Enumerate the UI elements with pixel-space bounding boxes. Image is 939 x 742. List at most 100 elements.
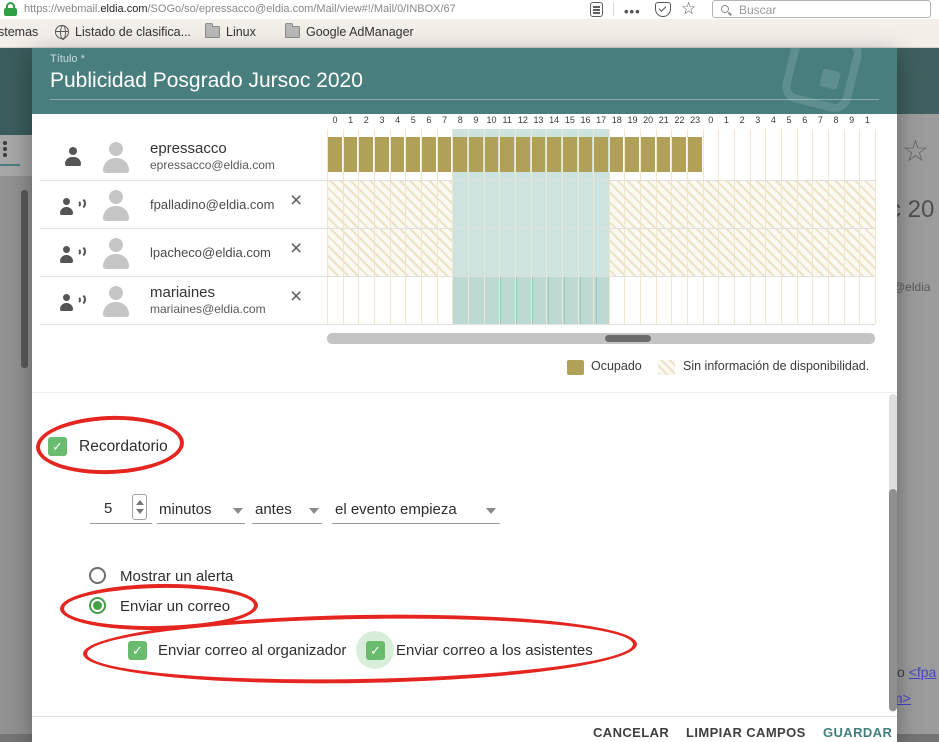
background-scrollbar-thumb [21,190,28,368]
hour-label: 14 [546,115,562,125]
flag-star-icon: ☆ [902,134,929,169]
hour-label: 20 [640,115,656,125]
event-title-input[interactable]: Publicidad Posgrado Jursoc 2020 [50,69,363,93]
busy-block [532,137,546,172]
legend-no-info-swatch [658,360,675,375]
hour-gridline [703,129,704,324]
hour-label: 7 [812,115,828,125]
attendee-voice-icon [60,290,86,312]
busy-block [359,137,373,172]
hour-label: 4 [765,115,781,125]
globe-icon [55,25,69,39]
pocket-icon[interactable] [655,2,671,17]
busy-block [375,137,389,172]
hour-gridline [875,129,876,324]
hour-gridline [797,129,798,324]
row-divider [40,324,875,325]
url-prefix: https://webmail. [24,3,100,15]
page-actions-icon[interactable]: ••• [624,4,641,19]
hour-label: 21 [656,115,672,125]
busy-block [422,137,436,172]
reference-select[interactable]: el evento empieza [335,501,457,518]
busy-block [469,137,483,172]
hour-gridline [812,129,813,324]
search-box[interactable] [712,0,931,18]
hour-label: 6 [797,115,813,125]
unit-select[interactable]: minutos [159,501,212,518]
amount-stepper[interactable] [132,494,147,520]
bookmark-label: Google AdManager [306,25,414,39]
clear-fields-button[interactable]: LIMPIAR CAMPOS [686,725,806,740]
chevron-down-icon[interactable] [486,508,496,514]
background-footer-right [897,734,939,742]
hour-label: 12 [515,115,531,125]
dialog-header: Título * Publicidad Posgrado Jursoc 2020 [32,48,897,114]
busy-block [594,137,608,172]
search-icon [721,5,729,13]
grid-horizontal-scrollbar[interactable] [327,333,875,344]
remove-attendee-button[interactable]: × [290,238,302,259]
hour-gridline [781,129,782,324]
hour-label: 23 [687,115,703,125]
busy-block [688,137,702,172]
hour-label: 4 [390,115,406,125]
hour-label: 8 [828,115,844,125]
attendee-name: epressacco [150,140,227,157]
avatar [98,235,134,271]
reader-mode-icon[interactable] [590,2,603,17]
hour-label: 2 [734,115,750,125]
url-field[interactable]: https://webmail.eldia.com/SOGo/so/epress… [24,3,584,15]
url-path: /SOGo/so/epressacco@eldia.com/Mail/view#… [148,3,456,15]
chevron-down-icon[interactable] [309,508,319,514]
bookmark-star-icon[interactable]: ☆ [681,0,696,19]
save-button[interactable]: GUARDAR [823,725,892,740]
attendee-voice-icon [60,194,86,216]
busy-block [625,137,639,172]
organizer-icon [60,146,86,168]
stepper-up-icon[interactable] [136,500,144,505]
attendee-row: fpalladino@eldia.com × [40,181,340,229]
remove-attendee-button[interactable]: × [290,286,302,307]
bookmark-label: Listado de clasifica... [75,25,191,39]
chevron-down-icon[interactable] [233,508,243,514]
bookmark-label: Linux [226,25,256,39]
hour-label: 13 [531,115,547,125]
actions-divider [32,716,897,717]
background-footer-left [0,734,32,742]
legend-no-info-label: Sin información de disponibilidad. [683,359,869,373]
browser-url-bar: https://webmail.eldia.com/SOGo/so/epress… [0,0,939,19]
reminder-amount-input[interactable]: 5 [104,500,112,517]
busy-block [453,137,467,172]
alert-radio-label[interactable]: Mostrar un alerta [120,568,233,585]
attendee-email: mariaines@eldia.com [150,302,266,316]
screenshot-root: https://webmail.eldia.com/SOGo/so/epress… [0,0,939,742]
cancel-button[interactable]: CANCELAR [593,725,669,740]
busy-block [500,137,514,172]
busy-block [344,137,358,172]
hour-gridline [718,129,719,324]
busy-block [438,137,452,172]
availability-grid[interactable]: 0123456789101112131415161718192021222301… [327,113,875,326]
hour-label: 10 [484,115,500,125]
busy-block [406,137,420,172]
row-divider [40,276,875,277]
kebab-menu-icon [3,153,7,157]
hour-label: 0 [327,115,343,125]
avatar [98,187,134,223]
hour-label: 18 [609,115,625,125]
busy-block [547,137,561,172]
grid-scrollbar-thumb[interactable] [605,335,651,342]
hour-gridline [734,129,735,324]
dialog-scrollbar-thumb[interactable] [889,489,897,711]
hour-label: 5 [781,115,797,125]
search-input[interactable] [737,2,917,18]
avatar [98,283,134,319]
relation-select[interactable]: antes [255,501,292,518]
input-underline [157,523,245,524]
alert-radio[interactable] [89,567,106,584]
background-header-right [897,48,939,114]
remove-attendee-button[interactable]: × [290,190,302,211]
title-field-label: Título * [50,53,85,65]
stepper-down-icon[interactable] [136,509,144,514]
hour-label: 9 [844,115,860,125]
